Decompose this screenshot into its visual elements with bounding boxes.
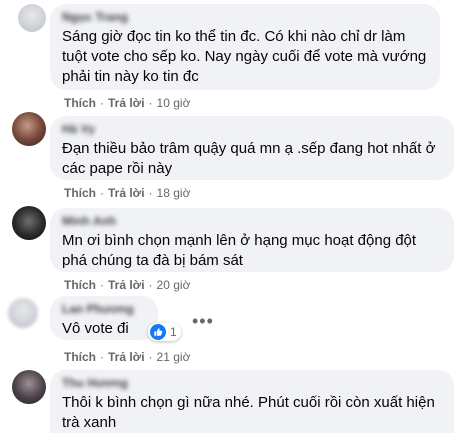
comment-actions: Thích · Trả lời · 20 giờ xyxy=(64,278,191,292)
avatar[interactable] xyxy=(18,4,46,32)
comment-author[interactable]: Thu Hương xyxy=(62,376,442,390)
reply-button[interactable]: Trả lời xyxy=(108,186,145,200)
comment-actions: Thích · Trả lời · 18 giờ xyxy=(64,186,191,200)
comment-bubble: Lan Phương Vô vote đi xyxy=(50,296,158,340)
comment-text: Sáng giờ đọc tin ko thể tin đc. Có khi n… xyxy=(62,28,427,85)
comment-text: Thôi k bình chọn gì nữa nhé. Phút cuối r… xyxy=(62,394,435,431)
like-button[interactable]: Thích xyxy=(64,186,96,200)
comment-author[interactable]: Minh Anh xyxy=(62,214,442,228)
comment-bubble: Minh Anh Mn ơi bình chọn mạnh lên ở hạng… xyxy=(50,208,454,272)
avatar[interactable] xyxy=(12,370,46,404)
comment-time[interactable]: 20 giờ xyxy=(157,278,191,292)
avatar[interactable] xyxy=(12,206,46,240)
avatar[interactable] xyxy=(12,112,46,146)
comment-author[interactable]: Lan Phương xyxy=(62,302,146,316)
like-button[interactable]: Thích xyxy=(64,350,96,364)
comment-text: Vô vote đi xyxy=(62,320,129,337)
reply-button[interactable]: Trả lời xyxy=(108,96,145,110)
comment-time[interactable]: 21 giờ xyxy=(157,350,191,364)
reply-button[interactable]: Trả lời xyxy=(108,278,145,292)
reaction-count: 1 xyxy=(170,325,177,339)
comment-bubble: Hà Vy Đạn thiều bảo trâm quậy quá mn ạ .… xyxy=(50,116,454,180)
comment-actions: Thích · Trả lời · 21 giờ xyxy=(64,350,191,364)
like-icon xyxy=(150,324,166,340)
comment-bubble: Ngọc Trang Sáng giờ đọc tin ko thể tin đ… xyxy=(50,4,440,90)
comment-text: Đạn thiều bảo trâm quậy quá mn ạ .sếp đa… xyxy=(62,140,436,177)
like-button[interactable]: Thích xyxy=(64,96,96,110)
comment-actions: Thích · Trả lời · 10 giờ xyxy=(64,96,191,110)
comment-author[interactable]: Ngọc Trang xyxy=(62,10,428,24)
comment-bubble: Thu Hương Thôi k bình chọn gì nữa nhé. P… xyxy=(50,370,454,433)
reply-button[interactable]: Trả lời xyxy=(108,350,145,364)
comment-text: Mn ơi bình chọn mạnh lên ở hạng mục hoạt… xyxy=(62,232,417,269)
avatar[interactable] xyxy=(8,298,38,328)
like-button[interactable]: Thích xyxy=(64,278,96,292)
more-options-icon[interactable]: ••• xyxy=(192,312,214,330)
comment-author[interactable]: Hà Vy xyxy=(62,122,442,136)
reaction-badge[interactable]: 1 xyxy=(148,323,181,341)
comment-time[interactable]: 18 giờ xyxy=(157,186,191,200)
comment-time[interactable]: 10 giờ xyxy=(157,96,191,110)
